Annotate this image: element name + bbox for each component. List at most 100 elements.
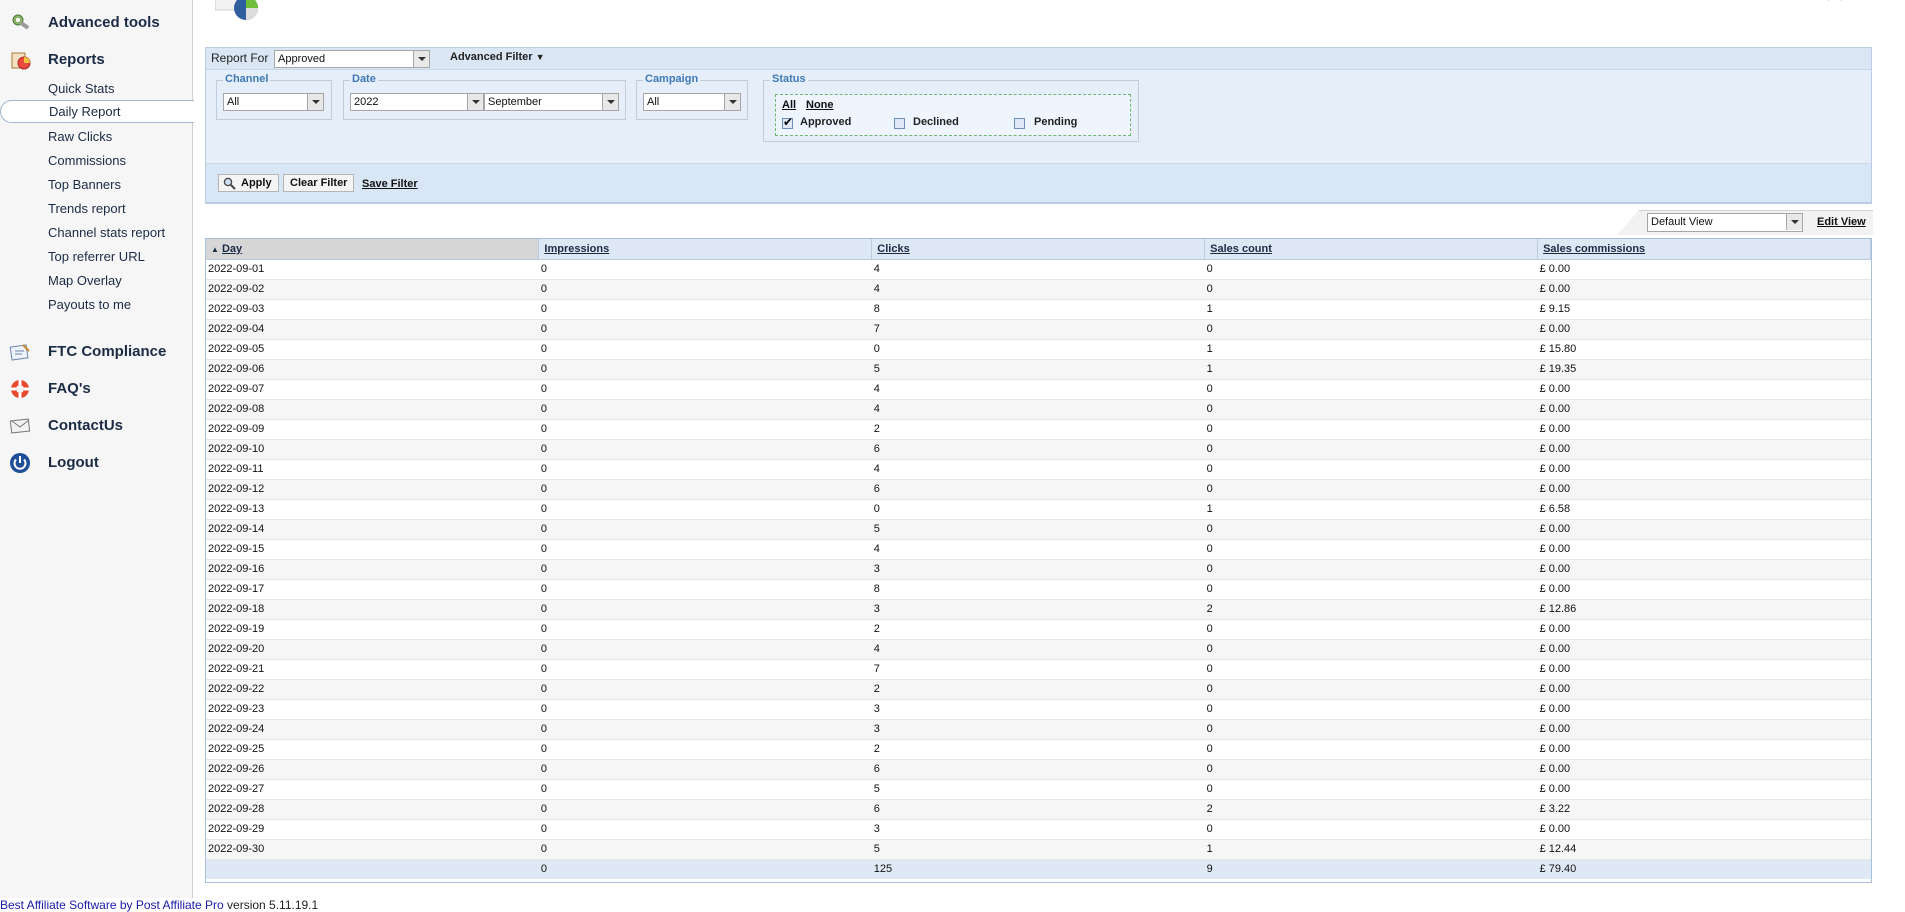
table-row[interactable]: 2022-09-10 0 6 0 £ 0.00 <box>206 439 1871 460</box>
sidebar-item-raw-clicks[interactable]: Raw Clicks <box>48 129 112 144</box>
clear-filter-button[interactable]: Clear Filter <box>283 174 355 192</box>
table-totals-row: 0 125 9 £ 79.40 <box>206 859 1871 879</box>
nav-faqs[interactable]: FAQ's <box>0 374 193 404</box>
cell-sales-count: 1 <box>1204 339 1538 360</box>
chevron-down-icon[interactable] <box>724 94 740 110</box>
refresh-icon[interactable] <box>1826 0 1844 6</box>
table-row[interactable]: 2022-09-08 0 4 0 £ 0.00 <box>206 399 1871 420</box>
table-row[interactable]: 2022-09-19 0 2 0 £ 0.00 <box>206 619 1871 640</box>
status-approved-checkbox[interactable] <box>782 115 793 129</box>
campaign-select[interactable]: All <box>643 93 741 111</box>
table-row[interactable]: 2022-09-01 0 4 0 £ 0.00 <box>206 259 1871 280</box>
table-row[interactable]: 2022-09-02 0 4 0 £ 0.00 <box>206 279 1871 300</box>
table-row[interactable]: 2022-09-07 0 4 0 £ 0.00 <box>206 379 1871 400</box>
table-row[interactable]: 2022-09-27 0 5 0 £ 0.00 <box>206 779 1871 800</box>
table-row[interactable]: 2022-09-03 0 8 1 £ 9.15 <box>206 299 1871 320</box>
table-row[interactable]: 2022-09-09 0 2 0 £ 0.00 <box>206 419 1871 440</box>
sidebar-item-payouts-to-me[interactable]: Payouts to me <box>48 297 131 312</box>
sidebar-item-daily-report[interactable]: Daily Report <box>0 100 194 123</box>
table-row[interactable]: 2022-09-20 0 4 0 £ 0.00 <box>206 639 1871 660</box>
status-declined-checkbox[interactable] <box>894 118 905 129</box>
date-year-value: 2022 <box>354 96 379 108</box>
cell-sales-count: 0 <box>1204 779 1538 800</box>
sidebar-item-top-referrer-url[interactable]: Top referrer URL <box>48 249 145 264</box>
view-select[interactable]: Default View <box>1647 213 1803 232</box>
column-header-sales-count[interactable]: Sales count <box>1204 239 1539 260</box>
cell-day: 2022-09-29 <box>206 819 539 840</box>
table-row[interactable]: 2022-09-05 0 0 1 £ 15.80 <box>206 339 1871 360</box>
cell-day: 2022-09-20 <box>206 639 539 660</box>
sidebar-item-commissions[interactable]: Commissions <box>48 153 126 168</box>
table-row[interactable]: 2022-09-22 0 2 0 £ 0.00 <box>206 679 1871 700</box>
sidebar-item-top-banners[interactable]: Top Banners <box>48 177 121 192</box>
column-header-sales-count-label: Sales count <box>1210 242 1272 255</box>
sidebar-item-map-overlay[interactable]: Map Overlay <box>48 273 122 288</box>
cell-impressions: 0 <box>538 419 872 440</box>
status-none-link[interactable]: None <box>806 99 834 111</box>
edit-view-link[interactable]: Edit View <box>1817 216 1866 228</box>
chevron-down-icon[interactable] <box>602 94 618 110</box>
table-row[interactable]: 2022-09-25 0 2 0 £ 0.00 <box>206 739 1871 760</box>
cell-sales-commissions: £ 0.00 <box>1537 719 1871 740</box>
table-row[interactable]: 2022-09-24 0 3 0 £ 0.00 <box>206 719 1871 740</box>
table-row[interactable]: 2022-09-15 0 4 0 £ 0.00 <box>206 539 1871 560</box>
sidebar-item-trends-report[interactable]: Trends report <box>48 201 126 216</box>
table-row[interactable]: 2022-09-18 0 3 2 £ 12.86 <box>206 599 1871 620</box>
nav-contact-us[interactable]: ContactUs <box>0 411 193 441</box>
chevron-down-icon[interactable] <box>307 94 323 110</box>
date-month-select[interactable]: September <box>484 93 619 111</box>
total-day <box>206 859 539 879</box>
cell-sales-count: 0 <box>1204 639 1538 660</box>
save-filter-link[interactable]: Save Filter <box>362 178 418 190</box>
status-pending-checkbox[interactable] <box>1014 118 1025 129</box>
status-all-link[interactable]: All <box>782 99 796 111</box>
table-row[interactable]: 2022-09-16 0 3 0 £ 0.00 <box>206 559 1871 580</box>
table-row[interactable]: 2022-09-23 0 3 0 £ 0.00 <box>206 699 1871 720</box>
sidebar-item-quick-stats[interactable]: Quick Stats <box>48 81 114 96</box>
channel-select[interactable]: All <box>223 93 324 111</box>
table-row[interactable]: 2022-09-13 0 0 1 £ 6.58 <box>206 499 1871 520</box>
table-row[interactable]: 2022-09-30 0 5 1 £ 12.44 <box>206 839 1871 860</box>
column-header-day[interactable]: ▲ Day <box>206 239 540 260</box>
cell-impressions: 0 <box>538 399 872 420</box>
table-row[interactable]: 2022-09-11 0 4 0 £ 0.00 <box>206 459 1871 480</box>
channel-value: All <box>227 96 240 108</box>
column-header-clicks[interactable]: Clicks <box>871 239 1206 260</box>
footer-version: version 5.11.19.1 <box>223 898 319 912</box>
search-icon <box>223 177 236 190</box>
chevron-down-icon[interactable] <box>1786 214 1802 230</box>
footer-link[interactable]: Best Affiliate Software by Post Affiliat… <box>0 898 224 912</box>
nav-logout[interactable]: Logout <box>0 448 193 478</box>
column-header-impressions[interactable]: Impressions <box>538 239 873 260</box>
table-row[interactable]: 2022-09-29 0 3 0 £ 0.00 <box>206 819 1871 840</box>
chevron-down-icon[interactable] <box>413 51 429 67</box>
nav-reports[interactable]: Reports <box>0 45 193 75</box>
cell-impressions: 0 <box>538 299 872 320</box>
cell-clicks: 4 <box>871 639 1205 660</box>
cell-sales-commissions: £ 0.00 <box>1537 279 1871 300</box>
date-year-select[interactable]: 2022 <box>350 93 484 111</box>
table-row[interactable]: 2022-09-14 0 5 0 £ 0.00 <box>206 519 1871 540</box>
nav-advanced-tools[interactable]: Advanced tools <box>0 8 193 38</box>
cell-clicks: 5 <box>871 839 1205 860</box>
column-header-sales-commissions[interactable]: Sales commissions <box>1537 239 1871 260</box>
advanced-filter-toggle[interactable]: Advanced Filter ▼ <box>450 51 545 63</box>
table-row[interactable]: 2022-09-17 0 8 0 £ 0.00 <box>206 579 1871 600</box>
table-row[interactable]: 2022-09-28 0 6 2 £ 3.22 <box>206 799 1871 820</box>
cell-clicks: 6 <box>871 799 1205 820</box>
cell-impressions: 0 <box>538 679 872 700</box>
table-row[interactable]: 2022-09-26 0 6 0 £ 0.00 <box>206 759 1871 780</box>
table-row[interactable]: 2022-09-12 0 6 0 £ 0.00 <box>206 479 1871 500</box>
nav-ftc-compliance[interactable]: FTC Compliance <box>0 337 193 367</box>
cell-sales-commissions: £ 0.00 <box>1537 379 1871 400</box>
cell-clicks: 5 <box>871 779 1205 800</box>
report-for-select[interactable]: Approved <box>274 50 430 68</box>
table-row[interactable]: 2022-09-06 0 5 1 £ 19.35 <box>206 359 1871 380</box>
apply-button[interactable]: Apply <box>218 174 279 192</box>
chevron-down-icon[interactable] <box>467 94 483 110</box>
table-row[interactable]: 2022-09-04 0 7 0 £ 0.00 <box>206 319 1871 340</box>
table-row[interactable]: 2022-09-21 0 7 0 £ 0.00 <box>206 659 1871 680</box>
cell-day: 2022-09-15 <box>206 539 539 560</box>
sidebar-item-channel-stats-report[interactable]: Channel stats report <box>48 225 165 240</box>
cell-sales-count: 1 <box>1204 299 1538 320</box>
